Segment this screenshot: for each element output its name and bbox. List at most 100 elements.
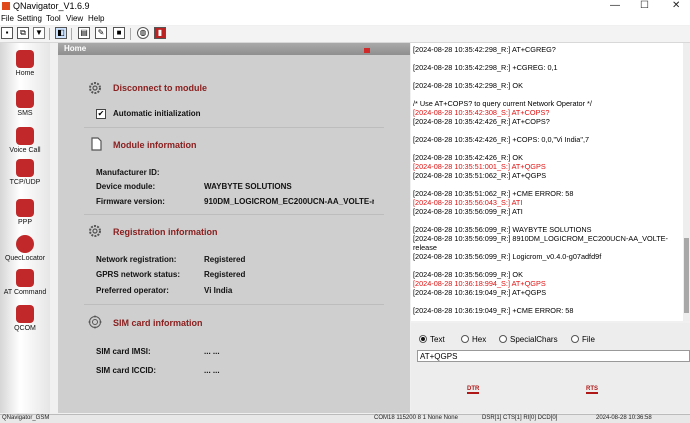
sidebar-item-queclocator[interactable]: QuecLocator bbox=[0, 231, 50, 269]
preferred-operator-label: Preferred operator: bbox=[96, 286, 169, 295]
save-icon[interactable]: ▪ bbox=[1, 27, 13, 39]
gear-icon bbox=[89, 82, 101, 94]
sidebar-item-label: SMS bbox=[17, 110, 33, 117]
sim-card-icon bbox=[88, 315, 102, 329]
log-line: [2024-08-28 10:35:51:062_R:] +CME ERROR:… bbox=[413, 189, 574, 198]
radio-icon bbox=[499, 335, 507, 343]
mode-label: SpecialChars bbox=[510, 335, 558, 344]
log-line: [2024-08-28 10:35:56:099_R:] OK bbox=[413, 270, 523, 279]
menu-tool[interactable]: Tool bbox=[46, 14, 61, 23]
sidebar-item-home[interactable]: Home bbox=[0, 46, 50, 84]
sidebar-item-label: AT Command bbox=[3, 289, 47, 296]
mode-hex-radio[interactable]: Hex bbox=[461, 335, 486, 344]
sidebar-item-label: PPP bbox=[17, 219, 32, 226]
menu-view[interactable]: View bbox=[66, 14, 83, 23]
log-line: [2024-08-28 10:35:42:298_R:] AT+CGREG? bbox=[413, 45, 556, 54]
sidebar-item-tcp-udp[interactable]: TCP/UDP bbox=[0, 155, 50, 193]
log-line: [2024-08-28 10:35:42:298_R:] OK bbox=[413, 81, 523, 90]
device-module-value: WAYBYTE SOLUTIONS bbox=[204, 182, 292, 191]
document-icon bbox=[91, 137, 102, 151]
log-scrollbar[interactable] bbox=[683, 43, 690, 321]
at-log-panel[interactable]: [2024-08-28 10:35:42:298_R:] AT+CGREG? [2… bbox=[411, 43, 690, 321]
section-divider bbox=[84, 304, 384, 305]
scrollbar-thumb[interactable] bbox=[684, 238, 689, 313]
app-icon bbox=[2, 2, 10, 10]
book-icon[interactable]: ▮ bbox=[154, 27, 166, 39]
radio-icon bbox=[571, 335, 579, 343]
log-line: [2024-08-28 10:36:19:049_R:] AT+QGPS bbox=[413, 288, 547, 297]
title-bar: QNavigator_V1.6.9 — ☐ ✕ bbox=[0, 0, 690, 14]
radio-selected-icon bbox=[419, 335, 427, 343]
log-line: [2024-08-28 10:35:42:426_R:] OK bbox=[413, 153, 523, 162]
mode-label: File bbox=[582, 335, 595, 344]
connect-icon[interactable]: ◧ bbox=[55, 27, 67, 39]
log-line: [2024-08-28 10:35:56:043_S:] ATI bbox=[413, 198, 523, 207]
registration-gear-icon bbox=[89, 225, 101, 237]
menu-help[interactable]: Help bbox=[88, 14, 104, 23]
status-time: 2024-08-28 10:36:58 bbox=[596, 415, 652, 421]
at-command-icon bbox=[16, 269, 34, 287]
module-info-title: Module information bbox=[113, 140, 197, 150]
filter-icon[interactable]: ▼ bbox=[33, 27, 45, 39]
panel-header-title: Home bbox=[64, 44, 87, 53]
log-line: [2024-08-28 10:35:42:308_S:] AT+COPS? bbox=[413, 108, 550, 117]
sim-imsi-value: ... ... bbox=[204, 347, 220, 356]
sidebar-item-sms[interactable]: SMS bbox=[0, 86, 50, 124]
log-line: [2024-08-28 10:35:56:099_R:] ATI bbox=[413, 207, 523, 216]
stop-icon[interactable]: ■ bbox=[113, 27, 125, 39]
disconnect-button[interactable]: Disconnect to module bbox=[113, 83, 207, 93]
network-registration-value: Registered bbox=[204, 255, 246, 264]
globe-icon[interactable]: ◍ bbox=[137, 27, 149, 39]
sidebar-item-label: QuecLocator bbox=[4, 255, 46, 262]
sidebar-item-at-command[interactable]: AT Command bbox=[0, 265, 50, 303]
log-line: [2024-08-28 10:35:56:099_R:] WAYBYTE SOL… bbox=[413, 225, 592, 234]
dtr-toggle[interactable]: DTR bbox=[467, 386, 480, 394]
gprs-status-value: Registered bbox=[204, 270, 246, 279]
mode-file-radio[interactable]: File bbox=[571, 335, 595, 344]
home-icon bbox=[16, 50, 34, 68]
sidebar-item-ppp[interactable]: PPP bbox=[0, 195, 50, 233]
qcom-icon bbox=[16, 305, 34, 323]
radio-icon bbox=[461, 335, 469, 343]
sim-iccid-value: ... ... bbox=[204, 366, 220, 375]
mode-text-radio[interactable]: Text bbox=[419, 335, 445, 344]
registration-info-title: Registration information bbox=[113, 227, 218, 237]
command-input[interactable] bbox=[417, 350, 690, 362]
sim-imsi-label: SIM card IMSI: bbox=[96, 347, 151, 356]
section-divider bbox=[84, 127, 384, 128]
rts-toggle[interactable]: RTS bbox=[586, 386, 598, 394]
log-line: [2024-08-28 10:36:19:049_R:] +CME ERROR:… bbox=[413, 306, 574, 315]
toolbar-divider bbox=[49, 28, 50, 40]
minimize-button[interactable]: — bbox=[610, 0, 620, 11]
auto-init-checkbox[interactable]: ✔ bbox=[96, 109, 106, 119]
home-panel: Home Disconnect to module ✔ Automatic in… bbox=[58, 43, 410, 413]
menu-setting[interactable]: Setting bbox=[17, 14, 42, 23]
toolbar-divider bbox=[71, 28, 72, 40]
clear-icon[interactable]: ✎ bbox=[95, 27, 107, 39]
sidebar-item-label: Voice Call bbox=[9, 147, 41, 154]
sms-icon bbox=[16, 90, 34, 108]
sidebar-item-label: QCOM bbox=[14, 325, 36, 332]
sidebar: Home SMS Voice Call TCP/UDP PPP QuecLoca… bbox=[0, 43, 50, 413]
gprs-status-label: GPRS network status: bbox=[96, 270, 181, 279]
sidebar-item-label: TCP/UDP bbox=[9, 179, 41, 186]
close-button[interactable]: ✕ bbox=[672, 0, 680, 11]
menu-file[interactable]: File bbox=[1, 14, 14, 23]
network-registration-label: Network registration: bbox=[96, 255, 177, 264]
copy-icon[interactable]: ⧉ bbox=[17, 27, 29, 39]
sim-info-title: SIM card information bbox=[113, 318, 203, 328]
log-line: [2024-08-28 10:35:56:099_R:] Logicrom_v0… bbox=[413, 252, 602, 261]
mode-specialchars-radio[interactable]: SpecialChars bbox=[499, 335, 558, 344]
maximize-button[interactable]: ☐ bbox=[640, 0, 649, 11]
mode-label: Text bbox=[430, 335, 445, 344]
save-log-icon[interactable]: ▤ bbox=[78, 27, 90, 39]
log-line: [2024-08-28 10:35:42:426_R:] +COPS: 0,0,… bbox=[413, 135, 590, 144]
firmware-label: Firmware version: bbox=[96, 197, 165, 206]
window-title: QNavigator_V1.6.9 bbox=[13, 1, 90, 11]
ppp-icon bbox=[16, 199, 34, 217]
log-line: [2024-08-28 10:35:51:001_S:] AT+QGPS bbox=[413, 162, 546, 171]
signal-icon bbox=[364, 48, 370, 53]
log-line: [2024-08-28 10:35:51:062_R:] AT+QGPS bbox=[413, 171, 547, 180]
log-line: [2024-08-28 10:35:42:426_R:] AT+COPS? bbox=[413, 117, 550, 126]
sidebar-item-qcom[interactable]: QCOM bbox=[0, 301, 50, 339]
